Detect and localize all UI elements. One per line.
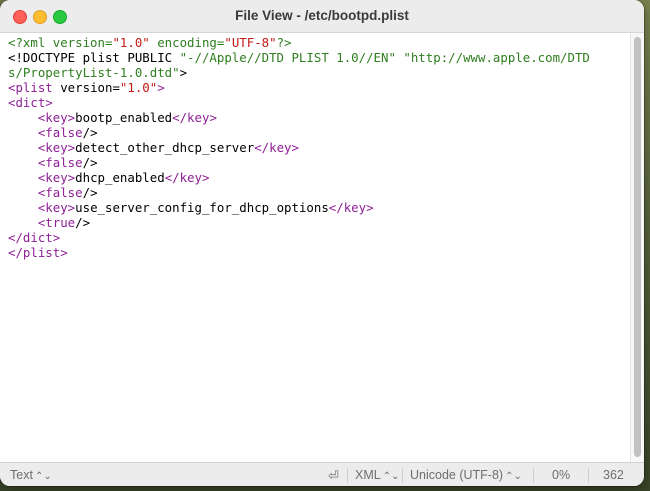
code-token: /> [82, 185, 98, 200]
code-line: <?xml version="1.0" encoding="UTF-8"?> [8, 35, 630, 50]
code-token: version= [52, 80, 120, 95]
code-token: > [179, 65, 188, 80]
code-token: <dict> [8, 95, 53, 110]
code-token: "1.0" [112, 35, 150, 50]
chevron-updown-icon: ⌃⌄ [34, 471, 52, 482]
code-token: use_server_config_for_dhcp_options [75, 200, 329, 215]
code-token: <key> [37, 200, 76, 215]
text-mode-label: Text [10, 468, 33, 482]
code-token: <false [37, 125, 83, 140]
code-line: <false/> [8, 155, 630, 170]
code-token: <key> [37, 140, 76, 155]
code-token: /> [75, 215, 91, 230]
code-token: <!DOCTYPE plist PUBLIC [8, 50, 180, 65]
code-token: bootp_enabled [75, 110, 173, 125]
chevron-updown-icon: ⌃⌄ [505, 471, 522, 482]
text-editor[interactable]: <?xml version="1.0" encoding="UTF-8"?> <!… [0, 33, 630, 462]
syntax-label: XML [355, 468, 381, 482]
code-token: <?xml version= [8, 35, 113, 50]
code-token: <plist [8, 80, 53, 95]
separator [533, 468, 534, 483]
separator [402, 468, 403, 483]
code-line: <key>detect_other_dhcp_server</key> [8, 140, 630, 155]
code-token: </dict> [8, 230, 61, 245]
file-view-window: File View - /etc/bootpd.plist <?xml vers… [0, 0, 644, 486]
code-token: "-//Apple//DTD PLIST 1.0//EN" [179, 50, 396, 65]
code-token: </key> [254, 140, 299, 155]
chevron-updown-icon: ⌃⌄ [382, 471, 400, 482]
code-token: s/PropertyList-1.0.dtd" [8, 65, 180, 80]
code-token: <true [37, 215, 76, 230]
code-line: <key>dhcp_enabled</key> [8, 170, 630, 185]
code-token: <key> [37, 170, 76, 185]
syntax-popup[interactable]: XML ⌃⌄ [355, 468, 399, 482]
code-token: encoding= [149, 35, 225, 50]
code-token: dhcp_enabled [75, 170, 165, 185]
code-line: <dict> [8, 95, 630, 110]
vertical-scrollbar[interactable] [630, 33, 644, 462]
code-token: <key> [37, 110, 76, 125]
code-token: </plist> [8, 245, 68, 260]
code-line: <!DOCTYPE plist PUBLIC "-//Apple//DTD PL… [8, 50, 630, 65]
code-line: </dict> [8, 230, 630, 245]
code-token: > [157, 80, 165, 95]
code-token: /> [82, 125, 98, 140]
code-token: <false [37, 155, 83, 170]
text-mode-popup[interactable]: Text ⌃⌄ [10, 468, 52, 482]
code-line: s/PropertyList-1.0.dtd"> [8, 65, 630, 80]
character-count: 362 [603, 468, 624, 482]
code-token: detect_other_dhcp_server [75, 140, 255, 155]
code-token: </key> [164, 170, 210, 185]
code-line: <plist version="1.0"> [8, 80, 630, 95]
code-content[interactable]: <?xml version="1.0" encoding="UTF-8"?> <!… [0, 33, 630, 260]
code-token: </key> [172, 110, 217, 125]
separator [588, 468, 589, 483]
title-bar[interactable]: File View - /etc/bootpd.plist [0, 0, 644, 33]
code-line: <key>use_server_config_for_dhcp_options<… [8, 200, 630, 215]
code-line: <false/> [8, 125, 630, 140]
encoding-label: Unicode (UTF-8) [410, 468, 504, 482]
code-line: </plist> [8, 245, 630, 260]
encoding-popup[interactable]: Unicode (UTF-8) ⌃⌄ [410, 468, 522, 482]
code-line: <false/> [8, 185, 630, 200]
code-token: </key> [328, 200, 374, 215]
separator [347, 468, 348, 483]
code-token: <false [37, 185, 83, 200]
status-bar: Text ⌃⌄ ⏎ XML ⌃⌄ Unicode (UTF-8) ⌃⌄ 0% 362 [0, 462, 644, 486]
code-token: ?> [276, 35, 292, 50]
code-token: "1.0" [119, 80, 158, 95]
code-token: /> [82, 155, 98, 170]
code-token: "UTF-8" [224, 35, 277, 50]
scrollbar-thumb[interactable] [634, 37, 641, 457]
return-arrow-icon[interactable]: ⏎ [328, 468, 339, 484]
code-line: <key>bootp_enabled</key> [8, 110, 630, 125]
scroll-percent: 0% [552, 468, 571, 482]
code-line: <true/> [8, 215, 630, 230]
code-token: "http://www.apple.com/DTD [403, 50, 590, 65]
window-title: File View - /etc/bootpd.plist [235, 8, 409, 23]
